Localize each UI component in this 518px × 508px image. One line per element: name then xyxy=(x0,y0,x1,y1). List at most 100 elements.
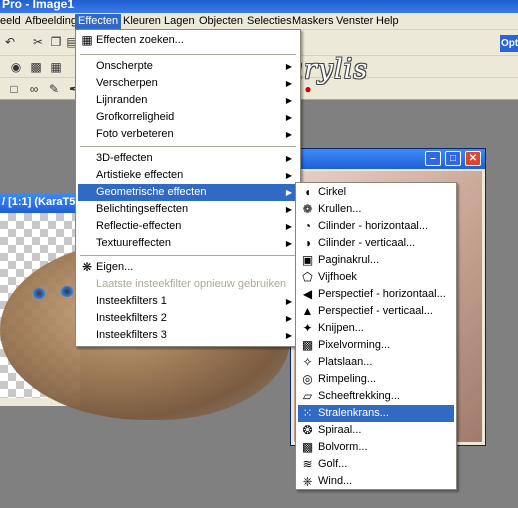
perspective-vertical-icon: ▲ xyxy=(301,304,314,318)
maximize-icon[interactable]: □ xyxy=(445,151,461,166)
kitten-eye-left xyxy=(32,288,46,299)
menu-item-label: Foto verbeteren xyxy=(96,128,174,140)
menu-item-plugins-1[interactable]: Insteekfilters 1 ▶ xyxy=(78,293,298,310)
geo-item-ripple[interactable]: ◎ Rimpeling... xyxy=(298,371,454,388)
geo-item-page-curl[interactable]: ▣ Paginakrul... xyxy=(298,252,454,269)
submenu-arrow-icon: ▶ xyxy=(285,205,292,214)
submenu-arrow-icon: ▶ xyxy=(285,188,292,197)
ripple-icon: ◎ xyxy=(302,372,313,386)
geo-item-cylinder-horizontal[interactable]: ◔ Cilinder - horizontaal... xyxy=(298,218,454,235)
wind-icon: ⎈ xyxy=(302,474,313,488)
menu-layers[interactable]: Lagen xyxy=(161,14,198,29)
circle-effect-icon: ◖ xyxy=(303,185,312,199)
menu-masks[interactable]: Maskers xyxy=(289,14,337,29)
minimize-icon[interactable]: – xyxy=(425,151,441,166)
menu-separator xyxy=(80,54,296,55)
browse-icon[interactable]: ◉ xyxy=(8,59,24,75)
menu-image[interactable]: Afbeelding xyxy=(22,14,80,29)
geometric-effects-submenu: ◖ Cirkel ❁ Krullen... ◔ Cilinder - horiz… xyxy=(295,182,457,490)
menu-item-artistic[interactable]: Artistieke effecten ▶ xyxy=(78,167,298,184)
menu-item-3d[interactable]: 3D-effecten ▶ xyxy=(78,150,298,167)
geo-item-twirl[interactable]: ❂ Spiraal... xyxy=(298,422,454,439)
curlicues-icon: ❁ xyxy=(302,202,313,216)
menu-colors[interactable]: Kleuren xyxy=(120,14,164,29)
geo-item-label: Pixelvorming... xyxy=(318,339,391,351)
geo-item-wind[interactable]: ⎈ Wind... xyxy=(298,473,454,490)
geo-item-spherize[interactable]: ⁙ Stralenkrans... xyxy=(298,405,454,422)
geo-item-label: Perspectief - verticaal... xyxy=(318,305,433,317)
menu-item-effect-browser[interactable]: ▦ Effecten zoeken... xyxy=(78,32,298,49)
menu-item-blur[interactable]: Onscherpte ▶ xyxy=(78,58,298,75)
geo-item-label: Rimpeling... xyxy=(318,373,377,385)
selection-tool-icon[interactable]: □ xyxy=(6,81,22,97)
histogram-icon[interactable]: ▩ xyxy=(28,59,44,75)
menu-item-sharpen[interactable]: Verscherpen ▶ xyxy=(78,75,298,92)
menu-item-label: Reflectie-effecten xyxy=(96,220,182,232)
title-bar: Pro - Image1 xyxy=(0,0,518,13)
geo-item-pixelate[interactable]: ▩ Pixelvorming... xyxy=(298,337,454,354)
submenu-arrow-icon: ▶ xyxy=(285,130,292,139)
brush-tool-icon[interactable]: ✎ xyxy=(46,81,62,97)
undo-icon[interactable]: ↶ xyxy=(2,34,18,50)
menu-item-photo[interactable]: Foto verbeteren ▶ xyxy=(78,126,298,143)
close-icon[interactable]: ✕ xyxy=(465,151,481,166)
menu-window[interactable]: Venster xyxy=(333,14,376,29)
pixelate-icon: ▩ xyxy=(301,338,314,352)
menu-item-label: Textuureffecten xyxy=(96,237,172,249)
menu-item-label: Effecten zoeken... xyxy=(96,34,184,46)
geo-item-skew[interactable]: ▱ Scheeftrekking... xyxy=(298,388,454,405)
menu-item-user-defined[interactable]: ❋ Eigen... xyxy=(78,259,298,276)
geo-item-label: Paginakrul... xyxy=(318,254,380,266)
copy-icon[interactable]: ❐ xyxy=(48,34,64,50)
geo-item-punch[interactable]: ✧ Platslaan... xyxy=(298,354,454,371)
menu-item-label: Lijnranden xyxy=(96,94,148,106)
lasso-tool-icon[interactable]: ∞ xyxy=(26,81,42,97)
menu-item-label: Artistieke effecten xyxy=(96,169,184,181)
menu-item-plugins-3[interactable]: Insteekfilters 3 ▶ xyxy=(78,327,298,344)
menu-view[interactable]: eeld xyxy=(0,14,24,29)
menu-item-plugins-2[interactable]: Insteekfilters 2 ▶ xyxy=(78,310,298,327)
effects-menu: ▦ Effecten zoeken... Onscherpte ▶ Versch… xyxy=(75,29,301,347)
submenu-arrow-icon: ▶ xyxy=(285,314,292,323)
menu-item-label: Verscherpen xyxy=(96,77,158,89)
cut-icon[interactable]: ✂ xyxy=(30,34,46,50)
geo-item-label: Cilinder - horizontaal... xyxy=(318,220,429,232)
menu-item-noise[interactable]: Grofkorreligheid ▶ xyxy=(78,109,298,126)
geo-item-perspective-horizontal[interactable]: ◀ Perspectief - horizontaal... xyxy=(298,286,454,303)
perspective-horizontal-icon: ◀ xyxy=(302,287,313,301)
menu-help[interactable]: Help xyxy=(373,14,402,29)
cylinder-vertical-icon: ◑ xyxy=(303,236,312,250)
pinch-icon: ✦ xyxy=(302,321,313,335)
menu-item-illumination[interactable]: Belichtingseffecten ▶ xyxy=(78,201,298,218)
image-window-1-titlebar[interactable]: / [1:1] (KaraT5 xyxy=(0,193,80,213)
menu-effects[interactable]: Effecten xyxy=(75,14,122,29)
menu-item-label: Insteekfilters 2 xyxy=(96,312,167,324)
submenu-arrow-icon: ▶ xyxy=(285,154,292,163)
image-window-2-titlebar[interactable]: – □ ✕ xyxy=(291,149,485,169)
geo-item-circle[interactable]: ◖ Cirkel xyxy=(298,184,454,201)
menu-item-label: Eigen... xyxy=(96,261,134,273)
menu-separator xyxy=(80,255,296,256)
menu-item-geometric[interactable]: Geometrische effecten ▶ xyxy=(78,184,298,201)
menu-objects[interactable]: Objecten xyxy=(196,14,246,29)
options-button[interactable]: Opti xyxy=(500,35,518,52)
geo-item-perspective-vertical[interactable]: ▲ Perspectief - verticaal... xyxy=(298,303,454,320)
cylinder-horizontal-icon: ◔ xyxy=(303,219,312,233)
sphere-icon: ▩ xyxy=(301,440,314,454)
submenu-arrow-icon: ▶ xyxy=(285,113,292,122)
geo-item-curlicues[interactable]: ❁ Krullen... xyxy=(298,201,454,218)
geo-item-wave[interactable]: ≋ Golf... xyxy=(298,456,454,473)
menu-item-label: Insteekfilters 1 xyxy=(96,295,167,307)
submenu-arrow-icon: ▶ xyxy=(285,171,292,180)
geo-item-label: Wind... xyxy=(318,475,353,487)
geo-item-cylinder-vertical[interactable]: ◑ Cilinder - verticaal... xyxy=(298,235,454,252)
menu-item-reflection[interactable]: Reflectie-effecten ▶ xyxy=(78,218,298,235)
geo-item-pinch[interactable]: ✦ Knijpen... xyxy=(298,320,454,337)
menu-item-texture[interactable]: Textuureffecten ▶ xyxy=(78,235,298,252)
geo-item-pentagon[interactable]: ⬠ Vijfhoek xyxy=(298,269,454,286)
effects-browser-icon: ▦ xyxy=(81,33,93,47)
menu-selections[interactable]: Selecties xyxy=(244,14,295,29)
overview-icon[interactable]: ▦ xyxy=(48,59,64,75)
menu-item-edge[interactable]: Lijnranden ▶ xyxy=(78,92,298,109)
geo-item-sphere[interactable]: ▩ Bolvorm... xyxy=(298,439,454,456)
